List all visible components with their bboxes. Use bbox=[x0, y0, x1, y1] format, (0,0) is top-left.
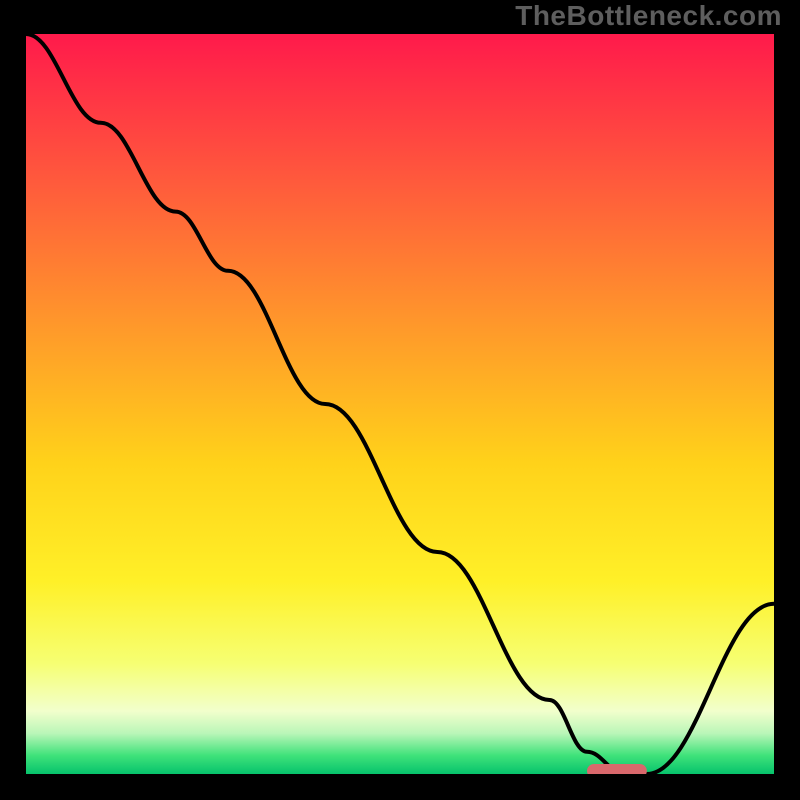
watermark-text: TheBottleneck.com bbox=[515, 0, 782, 32]
chart-frame: TheBottleneck.com bbox=[0, 0, 800, 800]
chart-svg bbox=[26, 34, 774, 774]
optimal-range-marker bbox=[587, 764, 647, 774]
bottleneck-chart bbox=[26, 34, 774, 774]
gradient-background bbox=[26, 34, 774, 774]
